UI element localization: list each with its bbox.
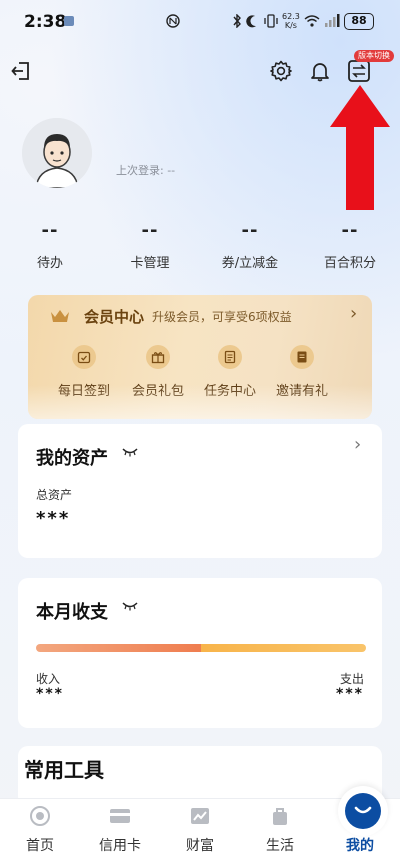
stat-card-management[interactable]: -- 卡管理: [100, 220, 200, 271]
monthly-balance-title: 本月收支: [36, 602, 108, 623]
version-switch-badge: 版本切换: [354, 50, 394, 62]
vip-item-label: 每日签到: [57, 384, 110, 399]
vip-item-label: 会员礼包: [131, 384, 184, 399]
stat-label: 卡管理: [130, 256, 170, 271]
vip-item-label: 任务中心: [203, 384, 256, 399]
nav-life[interactable]: 生活: [240, 805, 320, 855]
my-assets-title: 我的资产: [36, 448, 108, 469]
nav-label: 我的: [346, 838, 374, 854]
profile-icon: [345, 793, 381, 829]
battery-indicator: 88: [344, 13, 374, 30]
my-assets-card[interactable]: 我的资产 › 总资产 ***: [18, 424, 382, 558]
eye-closed-icon[interactable]: [122, 600, 138, 615]
logout-icon: [11, 62, 29, 80]
vip-item-label: 邀请有礼: [275, 384, 328, 399]
nav-label: 首页: [26, 838, 54, 854]
expense-bar: [201, 644, 366, 652]
stat-label: 百合积分: [323, 256, 376, 271]
chevron-right-icon[interactable]: ›: [350, 303, 357, 324]
credit-card-icon: [80, 805, 160, 827]
total-assets-value: ***: [36, 508, 71, 529]
stat-label: 待办: [36, 256, 63, 271]
income-bar: [36, 644, 201, 652]
nav-profile-active-indicator[interactable]: [338, 786, 388, 836]
moon-icon: [246, 14, 258, 31]
income-value: ***: [36, 686, 64, 702]
stat-value: --: [41, 220, 59, 241]
nav-label: 生活: [266, 838, 294, 854]
crown-icon: [50, 308, 70, 328]
stat-value: --: [241, 220, 259, 241]
default-avatar-icon: [22, 118, 92, 188]
stat-todo[interactable]: -- 待办: [0, 220, 100, 271]
avatar[interactable]: [22, 118, 92, 188]
wifi-icon: [304, 14, 320, 31]
vibrate-icon: [263, 14, 279, 31]
life-bag-icon: [240, 805, 320, 827]
signal-icon: [324, 14, 340, 31]
red-arrow-annotation: [330, 85, 390, 210]
nfc-icon: [166, 14, 180, 31]
total-assets-label: 总资产: [36, 488, 73, 502]
chevron-right-icon[interactable]: ›: [354, 434, 361, 455]
notification-app-icon: [64, 16, 74, 26]
network-speed-unit: K/s: [284, 21, 297, 30]
nav-home[interactable]: 首页: [0, 805, 80, 855]
stat-points[interactable]: -- 百合积分: [300, 220, 400, 271]
member-center-card[interactable]: 会员中心 升级会员，可享受6项权益 › 每日签到 会员礼包 任务中心 邀请有礼: [28, 295, 372, 419]
common-tools-card: 常用工具: [18, 746, 382, 806]
common-tools-title: 常用工具: [24, 758, 104, 782]
stats-row: -- 待办 -- 卡管理 -- 券/立减金 -- 百合积分: [0, 220, 400, 276]
logout-button[interactable]: [8, 58, 34, 84]
vip-item-task-center[interactable]: 任务中心: [194, 345, 266, 399]
gift-icon: [146, 345, 170, 369]
expense-value: ***: [336, 686, 364, 702]
monthly-balance-card[interactable]: 本月收支 收入 *** 支出 ***: [18, 578, 382, 728]
calendar-check-icon: [72, 345, 96, 369]
invite-doc-icon: [290, 345, 314, 369]
bluetooth-icon: [232, 13, 242, 31]
status-bar: 2:38 62.3 K/s 88: [0, 0, 400, 44]
stat-coupons[interactable]: -- 券/立减金: [200, 220, 300, 271]
vip-item-invite[interactable]: 邀请有礼: [266, 345, 338, 399]
vip-item-daily-checkin[interactable]: 每日签到: [48, 345, 120, 399]
nav-label: 信用卡: [99, 838, 141, 854]
notifications-button[interactable]: [307, 58, 333, 84]
stat-value: --: [341, 220, 359, 241]
network-speed-value: 62.3: [282, 12, 300, 21]
network-speed: 62.3 K/s: [282, 12, 300, 30]
gear-icon: [270, 60, 292, 82]
task-list-icon: [218, 345, 242, 369]
stat-label: 券/立减金: [221, 256, 279, 271]
switch-arrows-icon: [348, 60, 370, 82]
nav-credit-card[interactable]: 信用卡: [80, 805, 160, 855]
status-time: 2:38: [24, 12, 67, 32]
member-center-title: 会员中心: [84, 308, 145, 326]
income-label: 收入: [36, 672, 61, 686]
member-center-subtitle: 升级会员，可享受6项权益: [152, 310, 292, 324]
bell-icon: [311, 63, 329, 82]
nav-label: 财富: [186, 838, 214, 854]
last-login-text: 上次登录: --: [116, 164, 176, 177]
home-icon: [0, 805, 80, 827]
eye-closed-icon[interactable]: [122, 446, 138, 461]
stat-value: --: [141, 220, 159, 241]
settings-button[interactable]: [268, 58, 294, 84]
expense-label: 支出: [339, 672, 364, 686]
wealth-chart-icon: [160, 805, 240, 827]
vip-item-member-gift[interactable]: 会员礼包: [122, 345, 194, 399]
nav-wealth[interactable]: 财富: [160, 805, 240, 855]
